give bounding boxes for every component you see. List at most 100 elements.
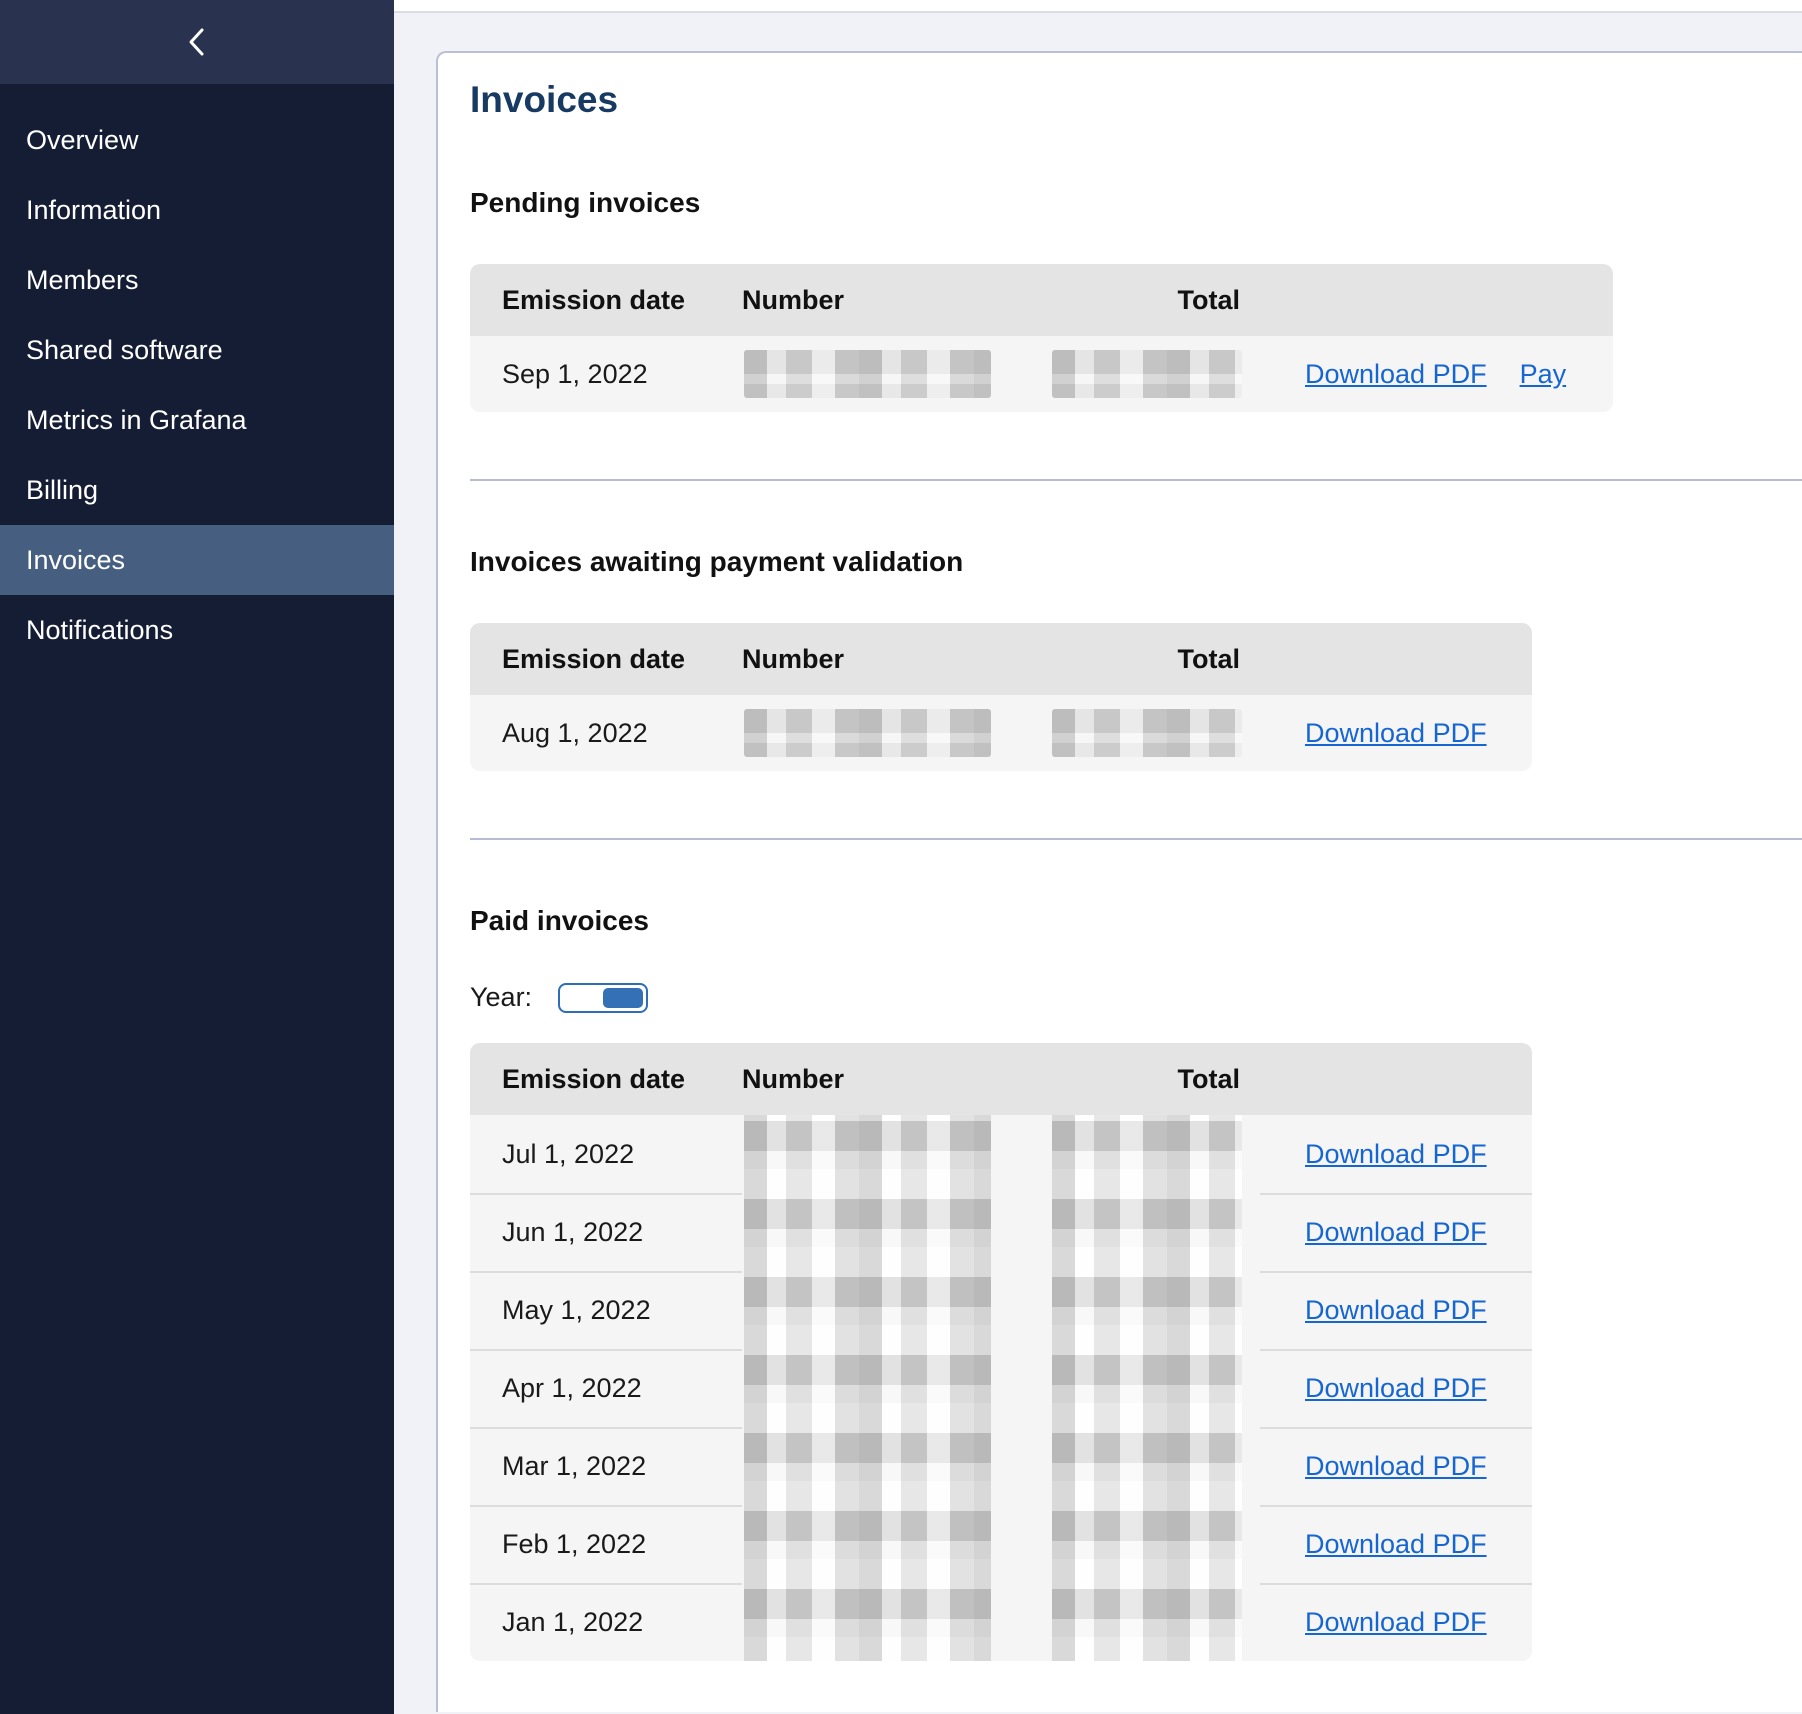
invoice-actions: Download PDF	[1260, 1373, 1532, 1404]
download-pdf-link[interactable]: Download PDF	[1305, 1451, 1487, 1482]
invoice-number-cell	[742, 336, 1010, 412]
column-header-number: Number	[742, 285, 1010, 316]
invoice-total-cell	[1010, 1427, 1260, 1505]
invoice-emission-date: Mar 1, 2022	[470, 1451, 742, 1482]
invoice-number-cell	[742, 1505, 1010, 1583]
column-header-emission-date: Emission date	[470, 644, 742, 675]
sidebar-item-label: Shared software	[26, 335, 223, 366]
redacted-invoice-number	[744, 1193, 991, 1271]
redacted-invoice-number	[744, 1427, 991, 1505]
redacted-invoice-number	[744, 1505, 991, 1583]
redacted-invoice-number	[744, 1271, 991, 1349]
chevron-left-icon	[184, 25, 210, 59]
invoice-number-cell	[742, 1349, 1010, 1427]
sidebar-item-label: Metrics in Grafana	[26, 405, 247, 436]
app-root: Overview Information Members Shared soft…	[0, 0, 1802, 1714]
invoice-actions: Download PDF	[1260, 718, 1532, 749]
paid-invoices-heading: Paid invoices	[470, 904, 1802, 938]
download-pdf-link[interactable]: Download PDF	[1305, 1139, 1487, 1170]
invoice-actions: Download PDF	[1260, 1217, 1532, 1248]
invoice-number-cell	[742, 1115, 1010, 1193]
invoice-row: Apr 1, 2022 Download PDF	[470, 1349, 1532, 1427]
sidebar-collapse-button[interactable]	[174, 19, 220, 65]
sidebar: Overview Information Members Shared soft…	[0, 0, 394, 1714]
section-divider	[470, 479, 1802, 481]
table-body: Sep 1, 2022 Download PDFPay	[470, 336, 1613, 412]
invoice-total-cell	[1010, 1505, 1260, 1583]
sidebar-item[interactable]: Shared software	[0, 315, 394, 385]
invoice-total-cell	[1010, 1115, 1260, 1193]
invoice-total-cell	[1010, 1349, 1260, 1427]
invoice-emission-date: Jun 1, 2022	[470, 1217, 742, 1248]
column-header-emission-date: Emission date	[470, 285, 742, 316]
invoice-row: May 1, 2022 Download PDF	[470, 1271, 1532, 1349]
redacted-invoice-total	[1052, 1583, 1242, 1661]
invoice-total-cell	[1010, 1193, 1260, 1271]
invoice-actions: Download PDF Pay	[1260, 359, 1613, 390]
sidebar-item[interactable]: Members	[0, 245, 394, 315]
pay-link[interactable]: Pay	[1520, 359, 1567, 390]
invoice-emission-date: Apr 1, 2022	[470, 1373, 742, 1404]
redacted-invoice-number	[744, 709, 991, 757]
column-header-total: Total	[1178, 644, 1261, 675]
table-body: Aug 1, 2022 Download PDF	[470, 695, 1532, 771]
invoice-total-cell	[1010, 1583, 1260, 1661]
redacted-invoice-total	[1052, 1193, 1242, 1271]
invoice-row: Feb 1, 2022 Download PDF	[470, 1505, 1532, 1583]
invoice-emission-date: May 1, 2022	[470, 1295, 742, 1326]
sidebar-item[interactable]: Notifications	[0, 595, 394, 665]
sidebar-item[interactable]: Invoices	[0, 525, 394, 595]
column-header-number: Number	[742, 644, 1010, 675]
sidebar-item[interactable]: Overview	[0, 105, 394, 175]
download-pdf-link[interactable]: Download PDF	[1305, 718, 1487, 749]
year-toggle-button[interactable]	[603, 988, 643, 1008]
redacted-invoice-total	[1052, 1271, 1242, 1349]
invoice-actions: Download PDF	[1260, 1451, 1532, 1482]
table-header: Emission date Number Total	[470, 264, 1613, 336]
invoice-row: Aug 1, 2022 Download PDF	[470, 695, 1532, 771]
invoice-number-cell	[742, 695, 1010, 771]
invoice-emission-date: Jan 1, 2022	[470, 1607, 742, 1638]
redacted-invoice-number	[744, 1583, 991, 1661]
invoice-actions: Download PDF	[1260, 1295, 1532, 1326]
redacted-invoice-total	[1052, 709, 1242, 757]
column-header-total: Total	[1178, 285, 1261, 316]
sidebar-item-label: Overview	[26, 125, 139, 156]
content-card: Invoices Pending invoices Emission date …	[436, 51, 1802, 1712]
invoice-row: Jul 1, 2022 Download PDF	[470, 1115, 1532, 1193]
invoice-emission-date: Jul 1, 2022	[470, 1139, 742, 1170]
table-header: Emission date Number Total	[470, 623, 1532, 695]
invoice-actions: Download PDF	[1260, 1529, 1532, 1560]
pending-invoices-heading: Pending invoices	[470, 186, 1802, 220]
sidebar-item[interactable]: Metrics in Grafana	[0, 385, 394, 455]
redacted-invoice-number	[744, 1115, 991, 1193]
download-pdf-link[interactable]: Download PDF	[1305, 359, 1487, 390]
download-pdf-link[interactable]: Download PDF	[1305, 1373, 1487, 1404]
page-title: Invoices	[470, 78, 1802, 122]
sidebar-item-label: Invoices	[26, 545, 125, 576]
year-label: Year:	[470, 982, 558, 1013]
invoice-number-cell	[742, 1427, 1010, 1505]
download-pdf-link[interactable]: Download PDF	[1305, 1607, 1487, 1638]
invoice-number-cell	[742, 1271, 1010, 1349]
redacted-invoice-total	[1052, 1349, 1242, 1427]
column-header-emission-date: Emission date	[470, 1064, 742, 1095]
download-pdf-link[interactable]: Download PDF	[1305, 1217, 1487, 1248]
invoice-actions: Download PDF	[1260, 1607, 1532, 1638]
sidebar-item[interactable]: Billing	[0, 455, 394, 525]
download-pdf-link[interactable]: Download PDF	[1305, 1529, 1487, 1560]
sidebar-item[interactable]: Information	[0, 175, 394, 245]
invoice-total-cell	[1010, 1271, 1260, 1349]
sidebar-nav: Overview Information Members Shared soft…	[0, 84, 394, 665]
redacted-invoice-number	[744, 1349, 991, 1427]
year-toggle-button[interactable]	[563, 988, 603, 1008]
redacted-invoice-total	[1052, 350, 1242, 398]
invoice-emission-date: Feb 1, 2022	[470, 1529, 742, 1560]
download-pdf-link[interactable]: Download PDF	[1305, 1295, 1487, 1326]
invoice-row: Mar 1, 2022 Download PDF	[470, 1427, 1532, 1505]
invoice-total-cell	[1010, 695, 1260, 771]
table-header: Emission date Number Total	[470, 1043, 1532, 1115]
invoice-total-cell	[1010, 336, 1260, 412]
sidebar-header	[0, 0, 394, 84]
invoice-actions: Download PDF	[1260, 1139, 1532, 1170]
